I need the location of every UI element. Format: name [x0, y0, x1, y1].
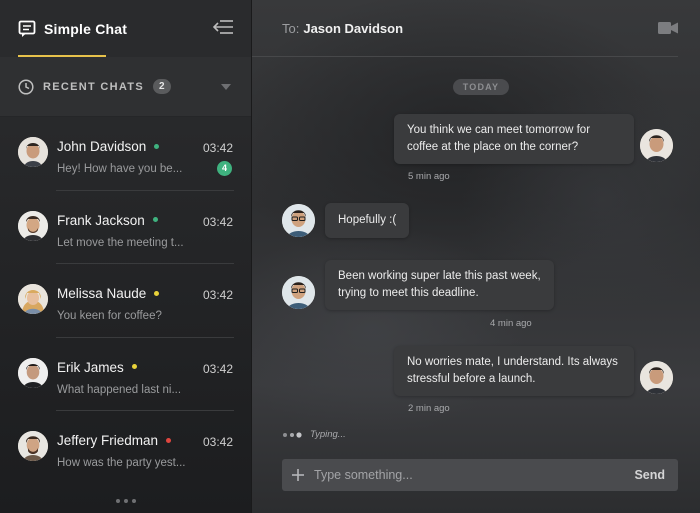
away-status-indicator	[131, 364, 137, 370]
message-preview: Let move the meeting t...	[57, 236, 184, 249]
online-status-indicator	[152, 217, 158, 223]
avatar	[18, 357, 48, 388]
chat-timestamp: 03:42	[202, 288, 233, 302]
away-status-indicator	[154, 290, 160, 296]
chat-list: John Davidson 03:42 Hey! How have you be…	[0, 117, 252, 485]
message-preview: You keen for coffee?	[57, 310, 162, 322]
chat-list-item[interactable]: Jeffery Friedman 03:42 How was the party…	[0, 411, 252, 485]
contact-name: Frank Jackson	[57, 213, 158, 228]
typing-label: Typing...	[310, 429, 346, 440]
conversation-header: To: Jason Davidson	[252, 0, 678, 57]
contact-name: Erik James	[57, 360, 137, 375]
send-button[interactable]: Send	[634, 468, 665, 482]
typing-indicator: Typing...	[282, 429, 346, 440]
message-input[interactable]	[314, 459, 635, 491]
chat-bubble-icon	[18, 20, 36, 37]
message-timestamp: 5 min ago	[408, 171, 450, 182]
avatar	[18, 431, 48, 461]
chat-list-item[interactable]: Melissa Naude 03:42 You keen for coffee?	[0, 264, 252, 338]
message-text: No worries mate, I understand. Its alway…	[407, 356, 618, 385]
incoming-message-bubble: Hopefully :(	[325, 203, 410, 238]
contact-name: Melissa Naude	[57, 286, 160, 301]
recent-chats-count-badge: 2	[152, 79, 171, 94]
avatar	[282, 204, 315, 237]
recent-chats-label: RECENT CHATS	[43, 80, 144, 93]
message-preview: How was the party yest...	[57, 457, 186, 469]
avatar	[18, 137, 48, 167]
sidebar-header: Simple Chat	[0, 0, 251, 57]
chat-list-item[interactable]: John Davidson 03:42 Hey! How have you be…	[0, 117, 252, 191]
active-tab-indicator	[18, 55, 106, 57]
recent-chats-header[interactable]: RECENT CHATS 2	[0, 57, 251, 117]
message-timestamp: 2 min ago	[408, 403, 450, 414]
avatar	[640, 129, 673, 162]
incoming-message-bubble: Been working super late this past week, …	[325, 260, 554, 310]
message-preview: What happened last ni...	[57, 383, 182, 396]
message-composer: Send	[282, 459, 678, 491]
chat-timestamp: 03:42	[202, 435, 233, 449]
avatar	[18, 284, 48, 314]
chat-timestamp: 03:42	[202, 141, 233, 155]
message-timestamp: 4 min ago	[490, 318, 532, 329]
plus-icon[interactable]	[292, 469, 304, 481]
unread-count-badge: 4	[217, 161, 232, 176]
chevron-down-icon[interactable]	[221, 84, 231, 90]
recipient-name: Jason Davidson	[303, 20, 404, 36]
video-camera-icon[interactable]	[658, 21, 678, 35]
conversation-pane: To: Jason Davidson TODAY You think we ca…	[252, 0, 700, 513]
contact-name: Jeffery Friedman	[57, 433, 172, 448]
message-preview: Hey! How have you be...	[57, 163, 183, 175]
sidebar: Simple Chat RECENT CHATS 2 John Davidson…	[0, 0, 252, 513]
app-title: Simple Chat	[44, 20, 128, 37]
busy-status-indicator	[166, 437, 172, 443]
avatar	[18, 210, 48, 241]
message-text: Hopefully :(	[338, 214, 397, 226]
collapse-sidebar-icon[interactable]	[213, 18, 233, 36]
chat-app: Simple Chat RECENT CHATS 2 John Davidson…	[0, 0, 700, 513]
chat-timestamp: 03:42	[202, 361, 233, 376]
date-divider: TODAY	[453, 79, 509, 95]
typing-dots-icon	[283, 431, 302, 438]
message-text: Been working super late this past week, …	[338, 270, 541, 299]
outgoing-message-bubble: No worries mate, I understand. Its alway…	[394, 346, 634, 396]
chat-list-item[interactable]: Frank Jackson 03:42 Let move the meeting…	[0, 191, 252, 265]
recipient-label: To:	[282, 20, 300, 36]
outgoing-message-bubble: You think we can meet tomorrow for coffe…	[394, 114, 634, 164]
chat-timestamp: 03:42	[202, 214, 233, 229]
avatar	[282, 276, 315, 309]
avatar	[640, 361, 673, 394]
message-text: You think we can meet tomorrow for coffe…	[407, 124, 591, 153]
more-options-icon[interactable]	[115, 498, 137, 504]
contact-name: John Davidson	[57, 139, 160, 154]
chat-list-item[interactable]: Erik James 03:42 What happened last ni..…	[0, 338, 252, 412]
online-status-indicator	[154, 143, 160, 149]
clock-icon	[18, 78, 34, 95]
